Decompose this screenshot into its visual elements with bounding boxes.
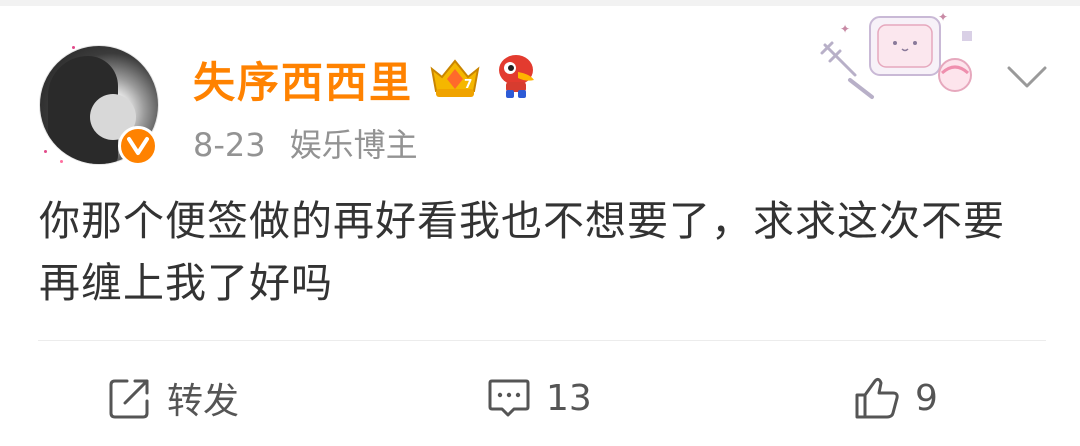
sparkle-icon	[60, 160, 63, 163]
svg-text:✦: ✦	[938, 10, 948, 24]
svg-text:✦: ✦	[840, 22, 850, 36]
sparkle-icon	[72, 46, 75, 49]
comment-count: 13	[546, 377, 592, 419]
repost-icon	[109, 379, 149, 419]
sparkle-icon	[44, 150, 47, 153]
post-content: 你那个便签做的再好看我也不想要了，求求这次不要再缠上我了好吗	[39, 197, 1005, 307]
mascot-badge-icon[interactable]	[494, 52, 538, 100]
chevron-down-icon[interactable]	[1005, 64, 1049, 92]
comment-button[interactable]: 13	[486, 372, 592, 424]
username[interactable]: 失序西西里	[193, 49, 413, 110]
user-tag: 娱乐博主	[289, 126, 418, 164]
post-meta: 8-23 娱乐博主	[193, 120, 418, 166]
like-count: 9	[915, 377, 938, 419]
divider	[38, 340, 1046, 341]
post-date: 8-23	[193, 126, 266, 164]
repost-button[interactable]: 转发	[107, 372, 239, 424]
comment-icon	[488, 379, 530, 417]
svg-text:7: 7	[464, 77, 472, 91]
card-decoration-icon: ✦ ✦	[820, 10, 972, 99]
verified-v-icon	[118, 126, 158, 166]
like-button[interactable]: 9	[853, 372, 938, 424]
crown-badge-icon[interactable]: 7	[428, 55, 482, 101]
repost-label: 转发	[167, 381, 240, 422]
like-icon	[855, 377, 899, 419]
